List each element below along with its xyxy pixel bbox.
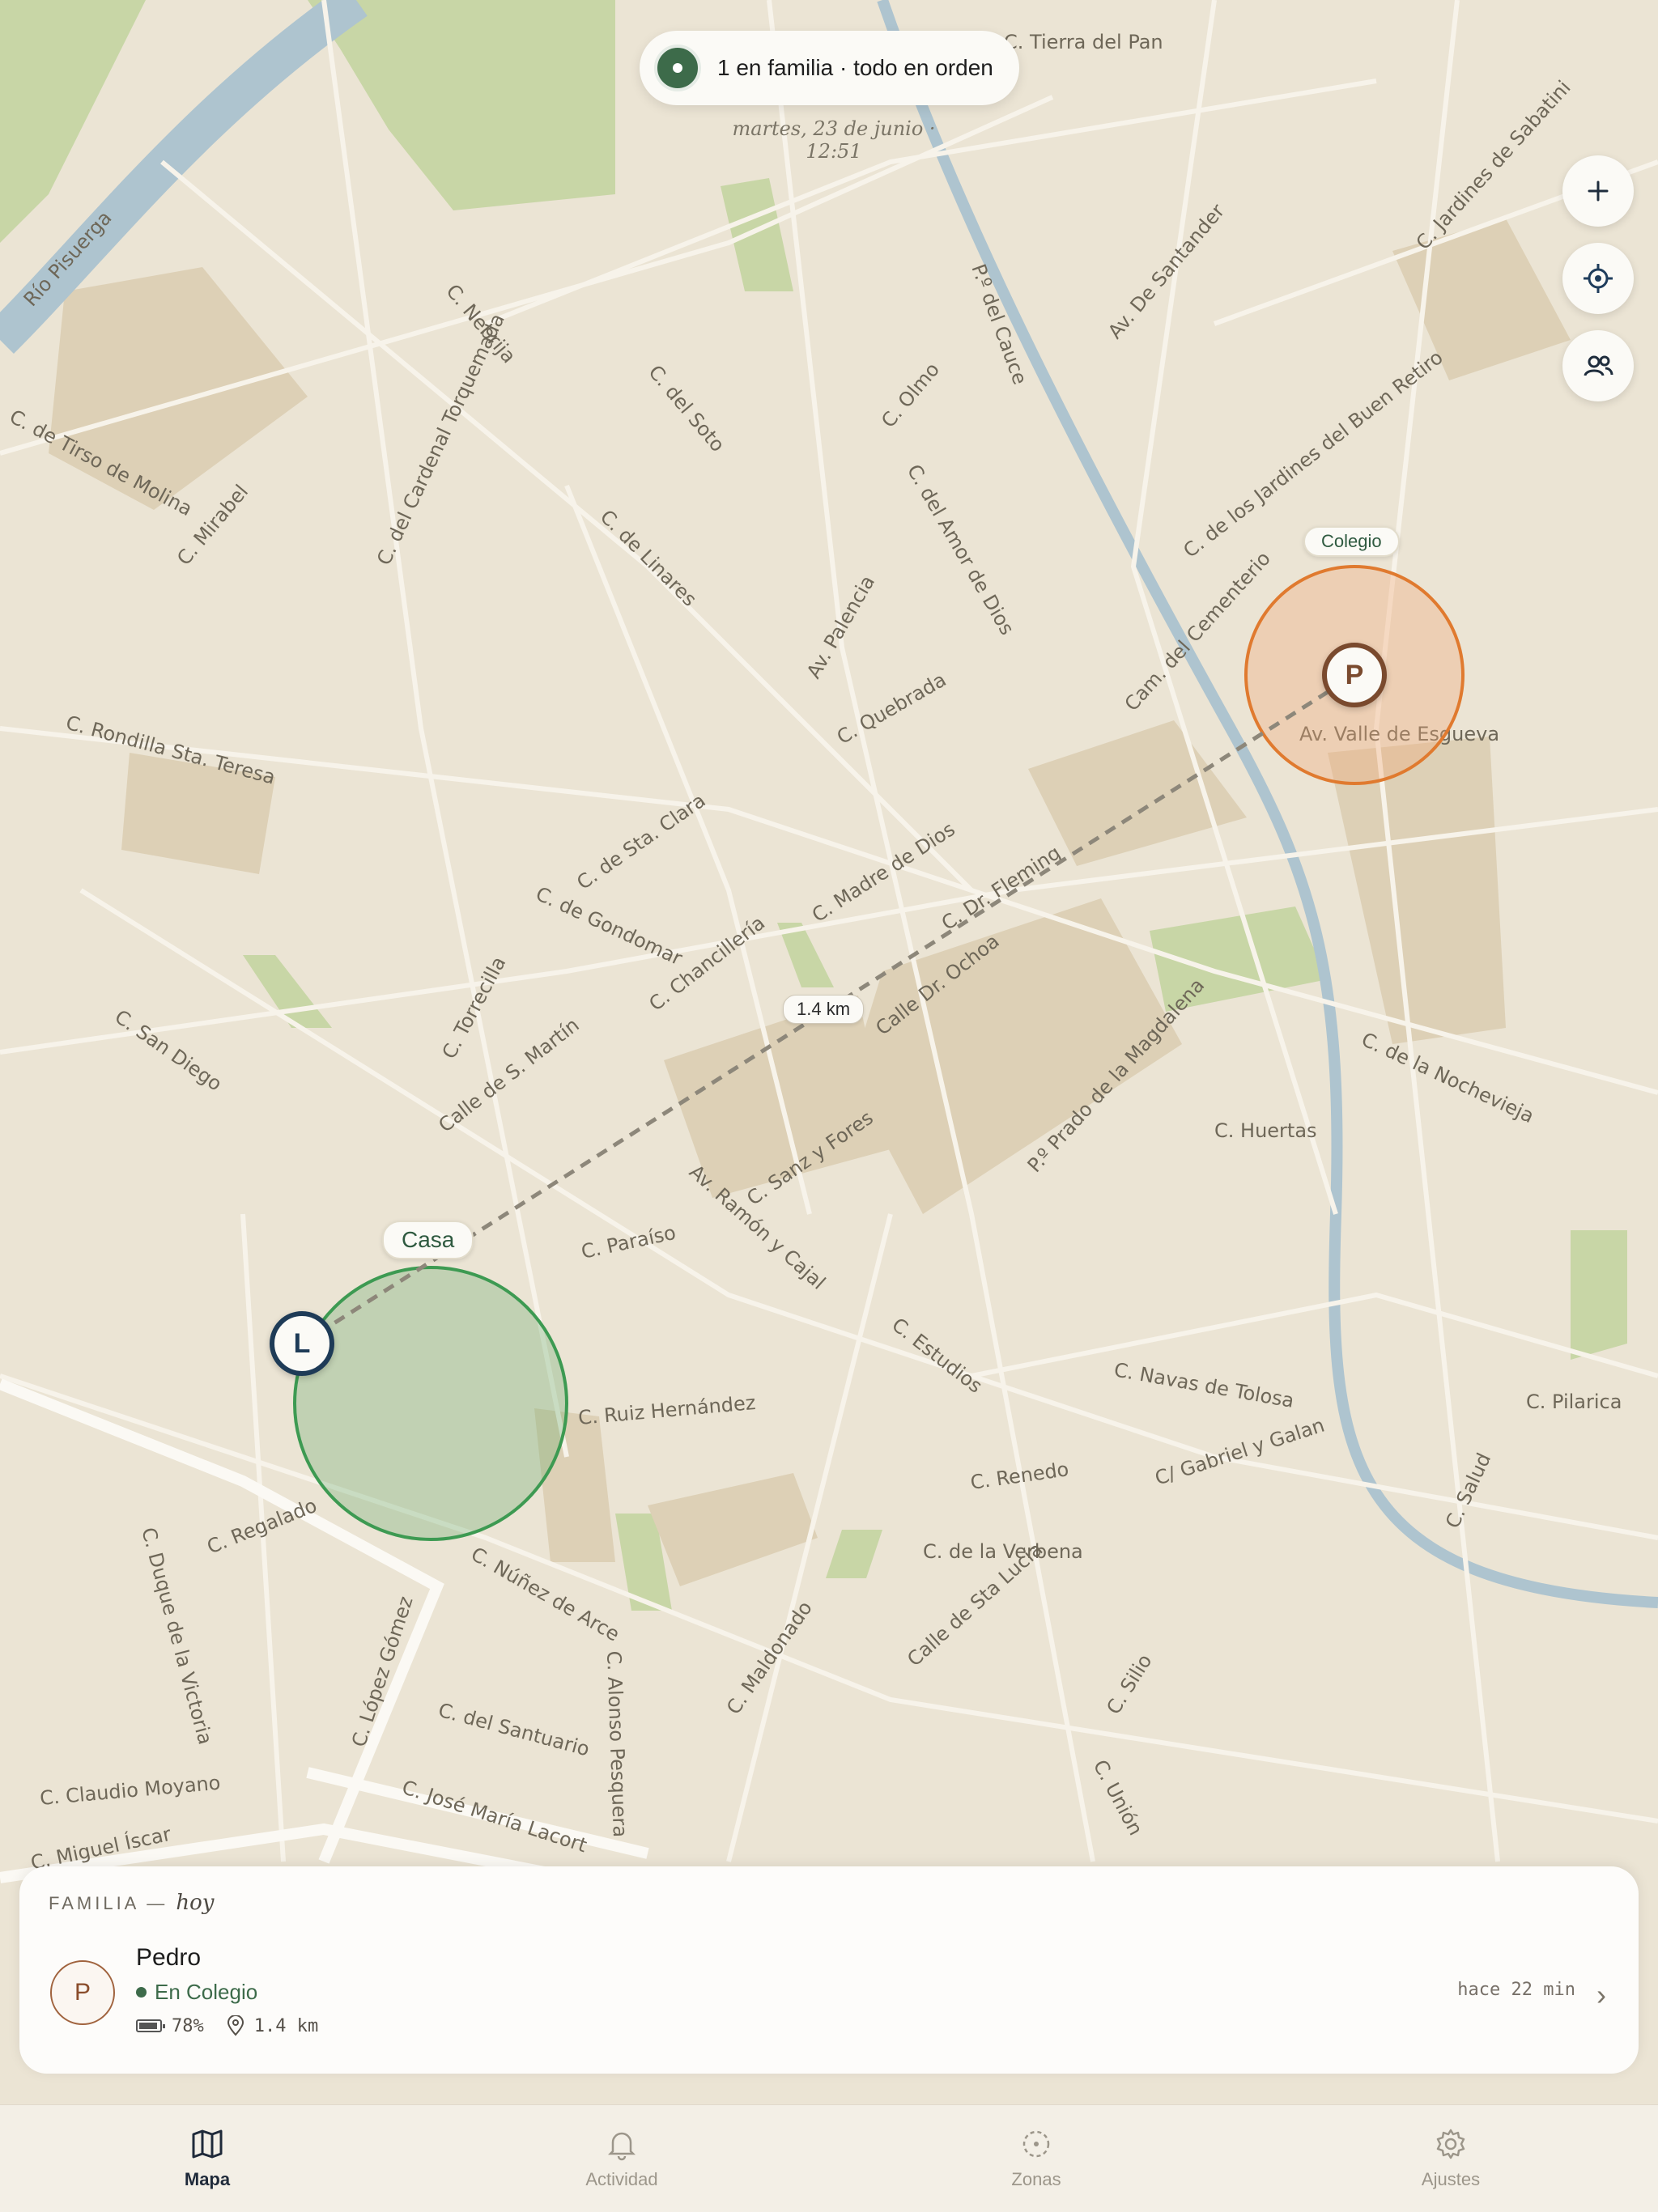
school-zone-label[interactable]: Colegio [1303,526,1400,557]
tab-zonas[interactable]: Zonas [829,2105,1244,2212]
status-text: 1 en familia · todo en orden [717,55,993,80]
people-icon [1584,355,1613,376]
home-zone-label[interactable]: Casa [382,1221,474,1259]
location-pin-icon [227,2015,244,2036]
sheet-heading: FAMILIA — hoy [49,1891,215,1915]
street-label: C. de la Verbena [923,1540,1083,1563]
plus-icon [1588,180,1609,202]
street-label: C. Huertas [1214,1119,1317,1142]
tab-actividad[interactable]: Actividad [414,2105,829,2212]
status-indicator-icon [654,45,701,91]
members-button[interactable] [1562,330,1634,401]
gear-icon [1436,2129,1465,2159]
member-name[interactable]: Pedro [136,1944,201,1972]
battery-level: 78% [172,2015,204,2036]
locate-button[interactable] [1562,243,1634,314]
tab-mapa[interactable]: Mapa [0,2105,414,2212]
map-canvas[interactable]: C. Tierra del Pan Río Pisuerga C. Nebrij… [0,0,1658,2104]
battery-icon [136,2019,165,2032]
member-meta: 78% 1.4 km [136,2015,318,2036]
tab-bar: Mapa Actividad Zonas Ajustes [0,2104,1658,2212]
member-marker-school[interactable]: P [1322,643,1387,707]
street-label: C. Pilarica [1526,1390,1622,1413]
map-icon [192,2129,223,2159]
crosshair-icon [1584,264,1613,293]
avatar[interactable]: P [50,1960,115,2025]
distance-label: 1.4 km [783,995,865,1024]
home-zone [293,1266,568,1541]
zone-icon [1022,2130,1050,2158]
timestamp: martes, 23 de junio · 12:51 [732,117,936,163]
member-marker-home[interactable]: L [270,1311,334,1376]
member-status: En Colegio [136,1980,257,2005]
family-sheet[interactable]: FAMILIA — hoy P Pedro En Colegio 78% 1.4… [19,1866,1639,2074]
tab-ajustes[interactable]: Ajustes [1244,2105,1658,2212]
bell-icon [607,2132,636,2161]
chevron-right-icon[interactable]: › [1596,1978,1606,2012]
street-label: C. Tierra del Pan [1004,31,1163,53]
last-seen: hace 22 min [1457,1980,1575,2000]
zoom-in-button[interactable] [1562,155,1634,227]
family-status-pill[interactable]: 1 en familia · todo en orden [640,31,1019,105]
member-distance: 1.4 km [253,2015,319,2036]
map-view[interactable]: C. Tierra del Pan Río Pisuerga C. Nebrij… [0,0,1658,2104]
